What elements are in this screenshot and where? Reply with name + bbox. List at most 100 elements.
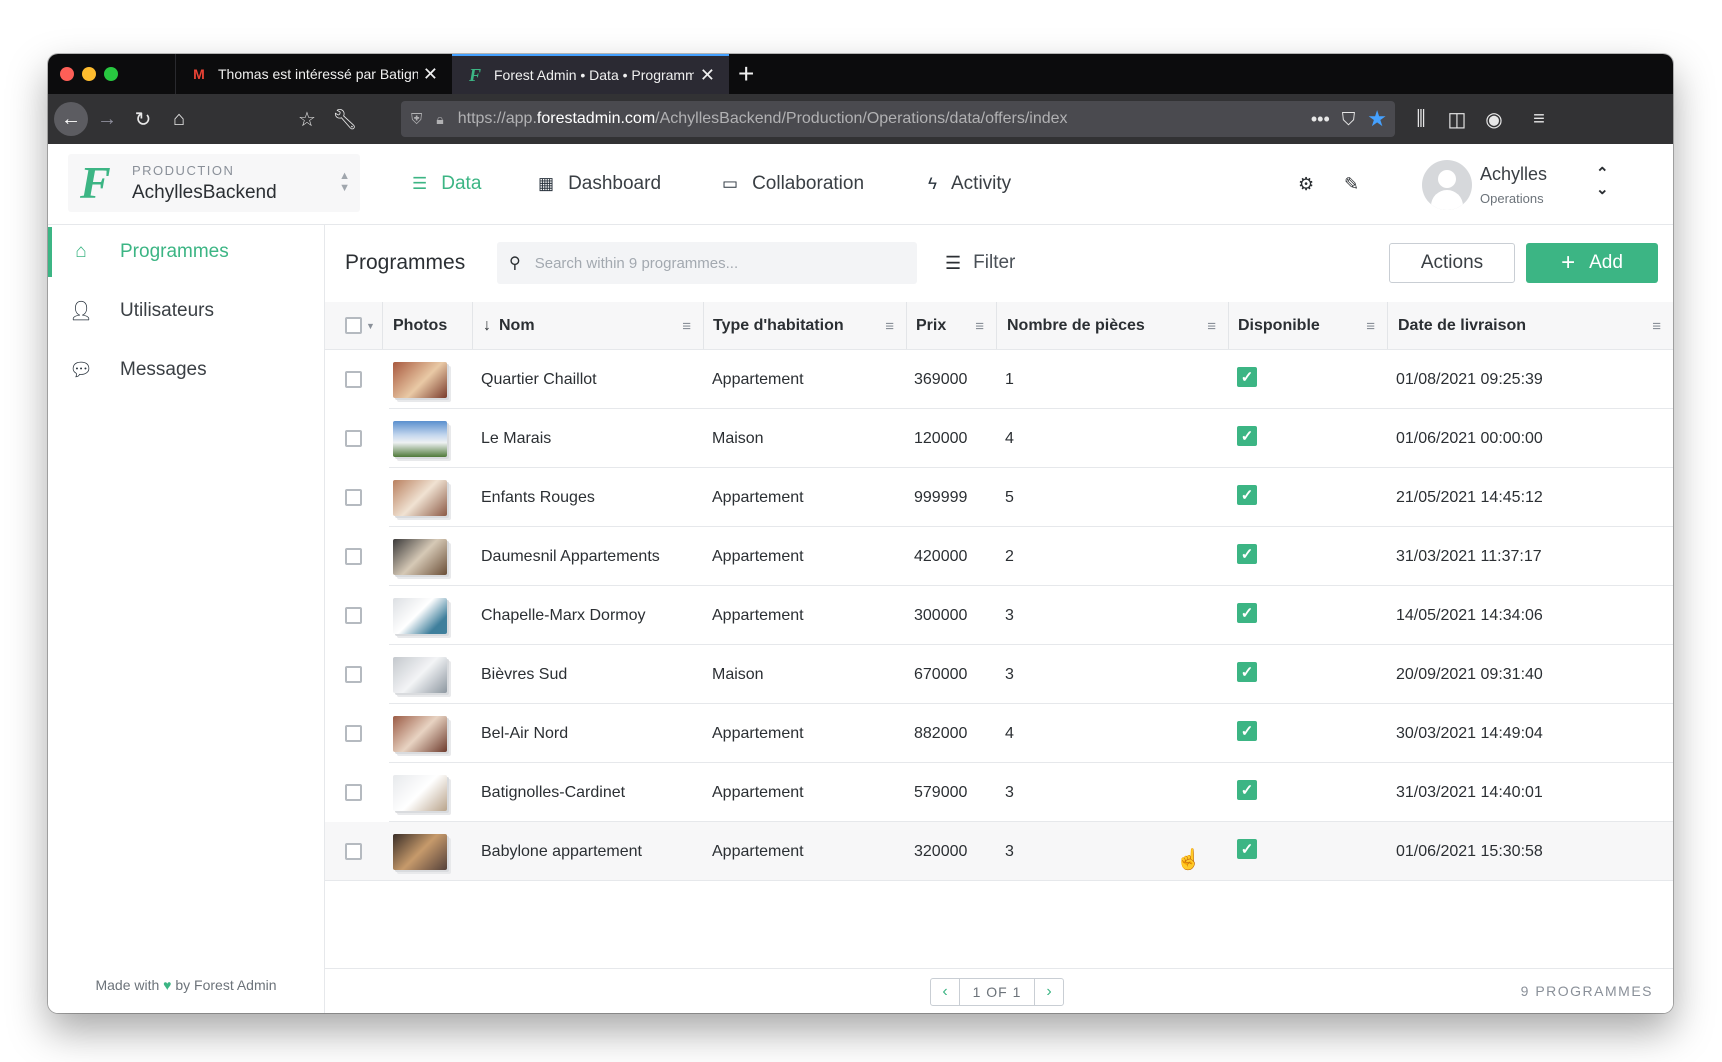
nav-dashboard[interactable]: ▦ Dashboard [538,144,661,224]
select-all-checkbox[interactable] [345,317,362,334]
row-select[interactable] [345,409,362,468]
sidebar-item-messages[interactable]: 💬︎ Messages [48,345,324,395]
table-row[interactable]: Daumesnil Appartements Appartement 420000 2… [325,527,1673,586]
library-icon[interactable]: ⫼ [1406,94,1436,144]
photo-thumbnail[interactable] [393,538,447,575]
sidebar-item-programmes[interactable]: ⌂ Programmes [48,227,328,277]
table-row[interactable]: Babylone appartement Appartement 320000 3 ✓ 0… [325,822,1673,881]
column-header-date[interactable]: Date de livraison ≡ [1387,302,1673,349]
browser-tab-forest[interactable]: F Forest Admin • Data • Programmes ✕ [452,54,729,94]
photo-cell[interactable] [393,645,447,704]
table-row[interactable]: Bel-Air Nord Appartement 882000 4 ✓ 30/03/202… [325,704,1673,763]
column-header-pieces[interactable]: Nombre de pièces ≡ [996,302,1228,349]
table-row[interactable]: Chapelle-Marx Dormoy Appartement 300000 3 ✓ 1… [325,586,1673,645]
row-checkbox[interactable] [345,607,362,624]
row-select[interactable] [345,645,362,704]
address-bar[interactable]: ⛨ 🔒︎ https://app.forestadmin.com/Achylle… [401,101,1395,137]
close-tab-icon[interactable]: ✕ [423,64,438,85]
add-button[interactable]: + Add [1526,243,1658,283]
more-icon[interactable]: ••• [1311,109,1330,130]
nav-collaboration[interactable]: ▭ Collaboration [722,144,864,224]
reload-icon[interactable]: ↻ [128,94,158,144]
search-box[interactable]: ⚲ [497,242,917,284]
row-checkbox[interactable] [345,430,362,447]
user-menu-chevron-icon[interactable]: ⌃ ⌄ [1596,166,1609,198]
column-header-nom[interactable]: ↓ Nom ≡ [472,302,703,349]
table-row[interactable]: Enfants Rouges Appartement 999999 5 ✓ 21/05/2… [325,468,1673,527]
column-header-type[interactable]: Type d'habitation ≡ [703,302,906,349]
column-filter-icon[interactable]: ≡ [682,318,691,335]
column-filter-icon[interactable]: ≡ [1366,318,1375,335]
row-checkbox[interactable] [345,489,362,506]
sidebar-item-utilisateurs[interactable]: 👤︎ Utilisateurs [48,286,324,336]
actions-button[interactable]: Actions [1389,243,1515,283]
previous-page-icon[interactable]: ‹ [931,979,959,1005]
column-filter-icon[interactable]: ≡ [885,318,894,335]
table-row[interactable]: Le Marais Maison 120000 4 ✓ 01/06/2021 00:00:… [325,409,1673,468]
photo-thumbnail[interactable] [393,774,447,811]
photo-thumbnail[interactable] [393,656,447,693]
row-select[interactable] [345,586,362,645]
photo-cell[interactable] [393,409,447,468]
account-icon[interactable]: ◉ [1479,94,1509,144]
column-filter-icon[interactable]: ≡ [1652,318,1661,335]
column-header-prix[interactable]: Prix ≡ [906,302,996,349]
environment-selector[interactable]: F PRODUCTION AchyllesBackend ▲ ▼ [68,154,360,212]
avatar[interactable] [1422,160,1472,210]
photo-thumbnail[interactable] [393,597,447,634]
sidebar-toggle-icon[interactable]: ◫ [1442,94,1472,144]
maximize-window-button[interactable] [104,67,118,81]
photo-cell[interactable] [393,527,447,586]
photo-thumbnail[interactable] [393,715,447,752]
column-header-disponible[interactable]: Disponible ≡ [1228,302,1387,349]
next-page-icon[interactable]: › [1035,979,1063,1005]
search-input[interactable] [532,253,897,273]
menu-icon[interactable]: ≡ [1524,94,1554,144]
row-select[interactable] [345,527,362,586]
close-tab-icon[interactable]: ✕ [700,65,715,86]
home-button-icon[interactable]: ⌂ [164,94,194,144]
row-checkbox[interactable] [345,548,362,565]
column-filter-icon[interactable]: ≡ [1207,318,1216,335]
row-checkbox[interactable] [345,725,362,742]
column-filter-icon[interactable]: ≡ [975,318,984,335]
table-row[interactable]: Batignolles-Cardinet Appartement 579000 3 ✓ 3… [325,763,1673,822]
photo-cell[interactable] [393,704,447,763]
photo-cell[interactable] [393,350,447,409]
browser-tab-gmail[interactable]: M Thomas est intéressé par Batignolles ✕ [175,54,452,94]
nav-activity[interactable]: ϟ Activity [928,144,1011,224]
photo-cell[interactable] [393,822,447,881]
photo-thumbnail[interactable] [393,833,447,870]
column-header-photos[interactable]: Photos [382,302,472,349]
table-row[interactable]: Bièvres Sud Maison 670000 3 ✓ 20/09/2021 09:3… [325,645,1673,704]
back-button[interactable]: ← [54,102,88,136]
edit-brush-icon[interactable]: ✎ [1344,144,1359,224]
row-select[interactable] [345,350,362,409]
photo-thumbnail[interactable] [393,361,447,398]
row-select[interactable] [345,704,362,763]
row-select[interactable] [345,822,362,881]
row-select[interactable] [345,763,362,822]
nav-data[interactable]: ☰ Data [412,144,481,224]
close-window-button[interactable] [60,67,74,81]
row-checkbox[interactable] [345,843,362,860]
row-select[interactable] [345,468,362,527]
filter-button[interactable]: ☰ Filter [945,242,1015,284]
minimize-window-button[interactable] [82,67,96,81]
bookmarks-star-icon[interactable]: ☆ [292,94,322,144]
caret-down-icon[interactable]: ▼ [366,321,375,331]
photo-thumbnail[interactable] [393,479,447,516]
row-checkbox[interactable] [345,666,362,683]
pocket-icon[interactable]: ⛉ [1342,109,1356,130]
photo-cell[interactable] [393,763,447,822]
new-tab-icon[interactable]: + [738,58,754,90]
photo-thumbnail[interactable] [393,420,447,457]
forward-button[interactable]: → [92,94,122,144]
settings-gear-icon[interactable]: ⚙ [1298,144,1314,224]
table-row[interactable]: Quartier Chaillot Appartement 369000 1 ✓ 01/0… [325,350,1673,409]
row-checkbox[interactable] [345,784,362,801]
photo-cell[interactable] [393,468,447,527]
photo-cell[interactable] [393,586,447,645]
row-checkbox[interactable] [345,371,362,388]
wrench-icon[interactable]: 🔧︎ [330,94,360,144]
